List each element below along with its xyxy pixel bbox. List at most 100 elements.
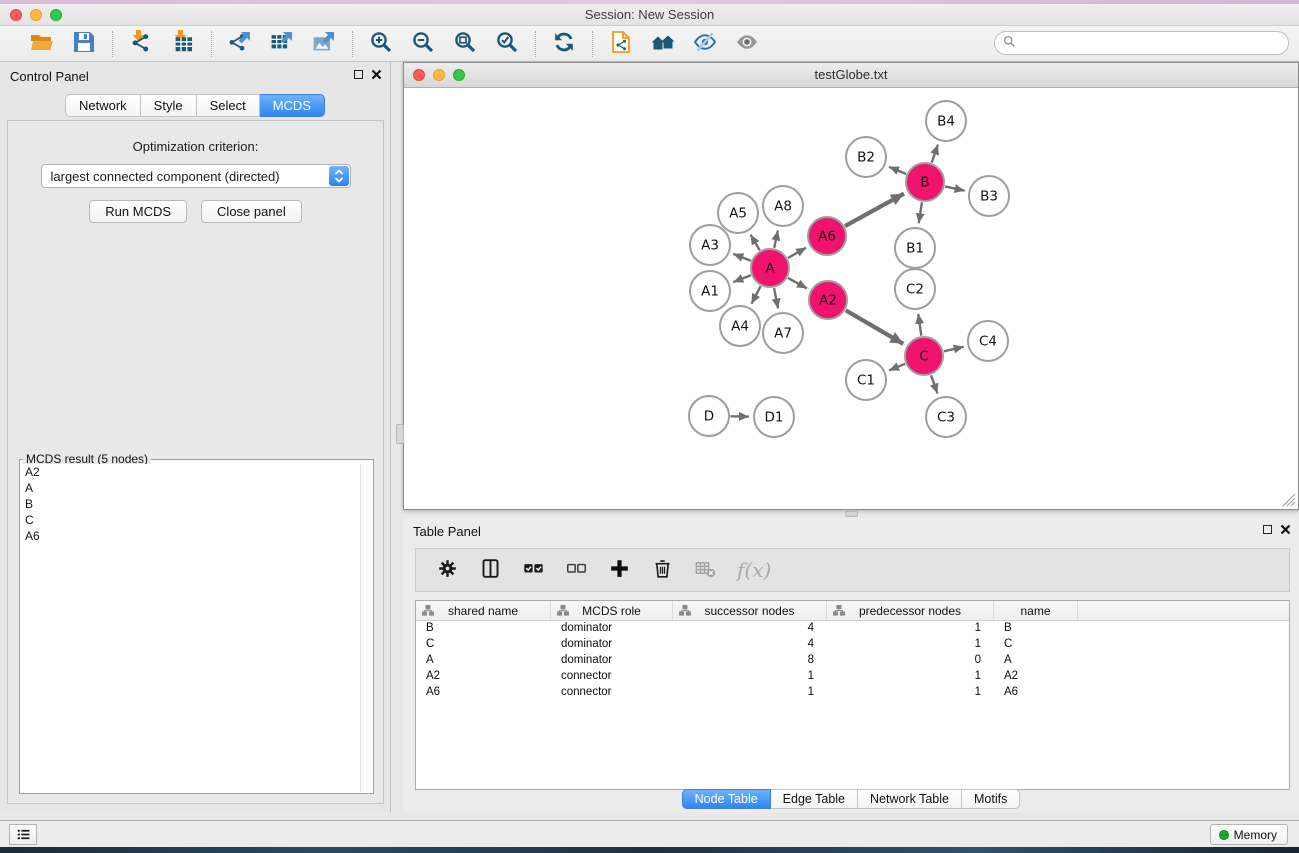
window-resize-grip[interactable] [1282,493,1296,507]
table-cell[interactable]: A [416,653,551,669]
zoom-fit-content-button[interactable] [451,30,479,58]
table-cell[interactable]: 1 [827,685,994,701]
graph-edge-C-C4[interactable] [944,347,964,352]
table-cell[interactable]: A2 [994,669,1078,685]
table-cell[interactable]: B [416,621,551,637]
result-scrollbar[interactable] [360,464,372,792]
table-cell[interactable]: C [994,637,1078,653]
graph-node-A2[interactable]: A2 [809,281,847,319]
graph-node-D[interactable]: D [689,396,729,436]
search-input[interactable] [1016,33,1288,53]
table-row[interactable]: A2connector11A2 [416,669,1289,685]
show-panels-button[interactable] [9,824,37,845]
table-cell[interactable]: C [416,637,551,653]
table-cell[interactable]: connector [551,685,673,701]
table-row[interactable]: Bdominator41B [416,621,1289,637]
mcds-result-item[interactable]: A [21,480,360,496]
new-network-from-selection-button[interactable] [607,30,635,58]
table-cell[interactable]: A6 [994,685,1078,701]
tab-network[interactable]: Network [65,94,141,117]
graph-node-C[interactable]: C [905,337,943,375]
table-cell[interactable]: A [994,653,1078,669]
network-canvas[interactable]: B4B2BB3A8A5A6A3B1AC2A1A2A4A7C4CC1C3DD1 [404,88,1298,509]
zoom-out-button[interactable] [409,30,437,58]
horizontal-splitter-handle[interactable] [845,511,858,517]
table-cell[interactable]: 1 [827,637,994,653]
graph-edge-B-B1[interactable] [919,202,922,223]
delete-columns-button[interactable] [649,557,675,583]
graph-edge-A-A2[interactable] [788,278,807,289]
deselect-all-columns-button[interactable] [563,557,589,583]
create-new-column-button[interactable] [606,557,632,583]
graph-node-A7[interactable]: A7 [763,313,803,353]
graph-edge-A-A5[interactable] [751,235,760,251]
delete-table-button[interactable] [692,557,718,583]
graph-edge-B-B3[interactable] [945,186,965,190]
mcds-result-item[interactable]: C [21,512,360,528]
table-cell[interactable]: 1 [827,669,994,685]
zoom-selected-region-button[interactable] [493,30,521,58]
column-header-MCDS-role[interactable]: MCDS role [551,601,673,620]
graph-node-A8[interactable]: A8 [763,186,803,226]
table-cell[interactable]: dominator [551,621,673,637]
export-image-button[interactable] [310,30,338,58]
graph-edge-A-A4[interactable] [752,286,761,304]
run-mcds-button[interactable]: Run MCDS [89,200,187,223]
show-graphics-details-button[interactable] [649,30,677,58]
graph-node-C2[interactable]: C2 [895,269,935,309]
import-network-from-file-button[interactable] [127,30,155,58]
vertical-splitter-handle[interactable] [396,424,404,444]
table-cell[interactable]: 1 [827,621,994,637]
graph-edge-A-A8[interactable] [774,231,778,248]
graph-node-A6[interactable]: A6 [808,217,846,255]
optimization-criterion-select[interactable]: largest connected component (directed) [41,164,351,188]
graph-node-A[interactable]: A [751,249,789,287]
close-table-panel-icon[interactable] [1280,524,1291,535]
tab-edge-table[interactable]: Edge Table [771,789,858,809]
graph-node-C1[interactable]: C1 [846,360,886,400]
graph-edge-B-B2[interactable] [889,167,906,174]
table-cell[interactable]: B [994,621,1078,637]
graph-edge-A6-B[interactable] [845,194,904,227]
table-cell[interactable]: connector [551,669,673,685]
graph-node-B2[interactable]: B2 [846,137,886,177]
table-cell[interactable]: A2 [416,669,551,685]
table-cell[interactable]: 4 [673,621,827,637]
graph-node-B1[interactable]: B1 [895,228,935,268]
graph-edge-A2-C[interactable] [846,310,904,344]
graph-node-B[interactable]: B [906,163,944,201]
graph-edge-A-A3[interactable] [733,254,751,261]
graph-edge-C-C2[interactable] [918,314,921,336]
table-cell[interactable]: dominator [551,653,673,669]
graph-node-A5[interactable]: A5 [718,193,758,233]
tab-mcds[interactable]: MCDS [260,94,325,117]
tab-node-table[interactable]: Node Table [682,789,771,809]
show-columns-button[interactable] [477,557,503,583]
table-row[interactable]: Adominator80A [416,653,1289,669]
graph-edge-A-A1[interactable] [733,275,751,282]
graph-edge-A-A6[interactable] [788,248,806,258]
graph-node-B4[interactable]: B4 [926,101,966,141]
table-cell[interactable]: 4 [673,637,827,653]
close-panel-button[interactable]: Close panel [201,200,302,223]
float-panel-icon[interactable] [354,70,363,79]
mcds-result-item[interactable]: B [21,496,360,512]
apply-preferred-layout-button[interactable] [550,30,578,58]
table-row[interactable]: Cdominator41C [416,637,1289,653]
import-table-from-file-button[interactable] [169,30,197,58]
open-session-button[interactable] [28,30,56,58]
close-panel-icon[interactable] [371,69,382,80]
mcds-result-item[interactable]: A2 [21,464,360,480]
table-cell[interactable]: 8 [673,653,827,669]
column-header-successor-nodes[interactable]: successor nodes [673,601,827,620]
float-table-panel-icon[interactable] [1263,525,1272,534]
graph-node-B3[interactable]: B3 [969,176,1009,216]
select-all-columns-button[interactable] [520,557,546,583]
graph-node-C4[interactable]: C4 [968,321,1008,361]
graph-node-A4[interactable]: A4 [720,306,760,346]
graph-edge-A-A7[interactable] [774,288,778,308]
graph-node-A3[interactable]: A3 [690,225,730,265]
graph-node-C3[interactable]: C3 [926,397,966,437]
export-table-button[interactable] [268,30,296,58]
graph-edge-C-C3[interactable] [931,375,938,393]
